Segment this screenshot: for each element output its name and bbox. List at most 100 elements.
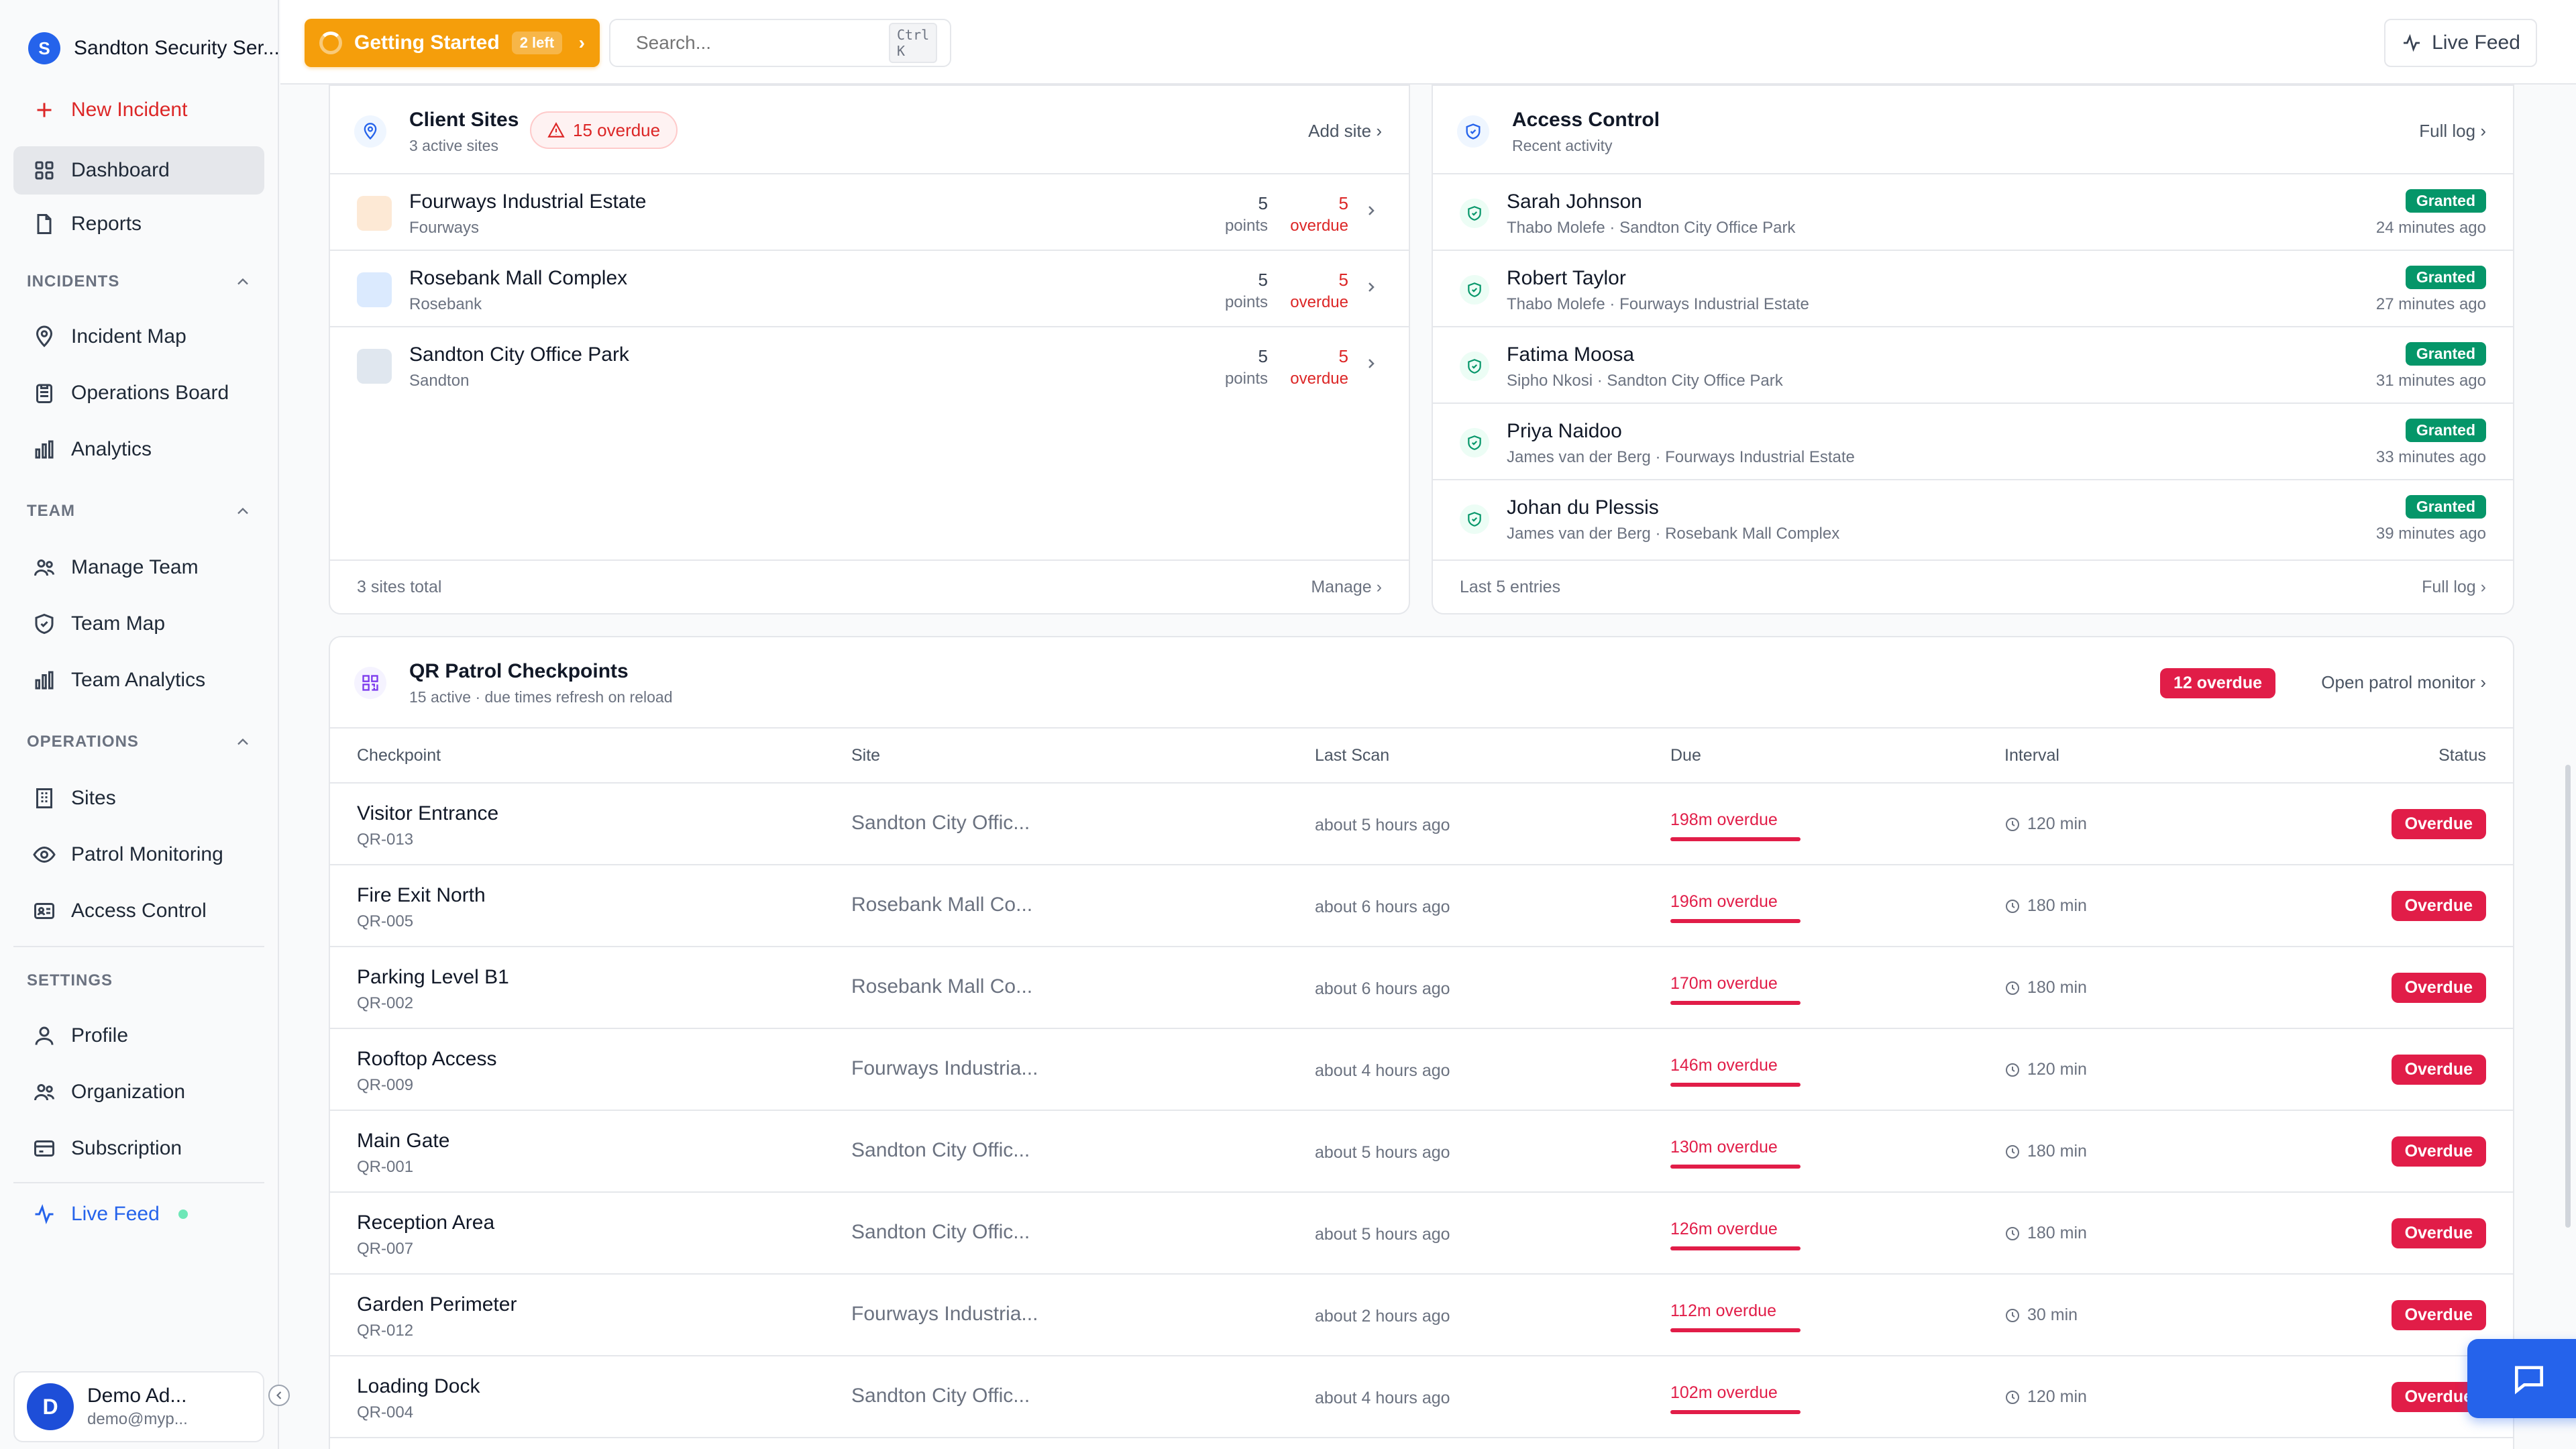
column-header-site[interactable]: Site <box>851 746 880 765</box>
entry-time: 24 minutes ago <box>2375 219 2486 237</box>
checkpoint-name: Fire Exit North <box>357 884 486 906</box>
full-log-link[interactable]: Full log › <box>2422 578 2486 597</box>
column-header-interval[interactable]: Interval <box>2004 746 2059 765</box>
open-patrol-monitor-link[interactable]: Open patrol monitor › <box>2321 672 2486 693</box>
column-header-status[interactable]: Status <box>2438 746 2486 765</box>
sidebar-item-profile[interactable]: Profile <box>13 1012 264 1060</box>
section-team[interactable]: TEAM <box>27 502 252 521</box>
section-incidents[interactable]: INCIDENTS <box>27 272 252 291</box>
sidebar-item-live-feed[interactable]: Live Feed <box>13 1190 264 1238</box>
table-row[interactable]: Loading Dock QR-004 Sandton City Offic... a… <box>330 1356 2513 1438</box>
due-status: 170m overdue <box>1670 974 1778 993</box>
section-operations[interactable]: OPERATIONS <box>27 733 252 751</box>
search-input[interactable] <box>636 32 878 54</box>
sidebar-item-manage-team[interactable]: Manage Team <box>13 543 264 592</box>
checkpoint-name: Main Gate <box>357 1130 450 1152</box>
search-bar[interactable]: Ctrl K <box>609 19 951 67</box>
list-item[interactable]: Fatima Moosa Sipho Nkosi · Sandton City … <box>1433 327 2513 404</box>
sidebar-item-operations-board[interactable]: Operations Board <box>13 369 264 417</box>
sidebar-item-team-analytics[interactable]: Team Analytics <box>13 656 264 704</box>
sidebar-item-subscription[interactable]: Subscription <box>13 1124 264 1173</box>
sidebar-item-incident-map[interactable]: Incident Map <box>13 313 264 361</box>
list-item[interactable]: Priya Naidoo James van der Berg · Fourwa… <box>1433 404 2513 480</box>
sidebar-item-reports[interactable]: Reports <box>13 200 264 248</box>
org-switcher[interactable]: S Sandton Security Ser... <box>28 32 280 64</box>
checkpoint-code: QR-005 <box>357 912 414 930</box>
add-site-link[interactable]: Add site › <box>1308 121 1382 142</box>
live-feed-button[interactable]: Live Feed <box>2384 19 2537 67</box>
visitor-name: Johan du Plessis <box>1507 496 1659 519</box>
sidebar-item-label: Reports <box>71 213 142 235</box>
table-row[interactable]: Reception Area QR-007 Sandton City Offic..… <box>330 1193 2513 1275</box>
checkpoint-site: Sandton City Offic... <box>851 1385 1030 1407</box>
visitor-name: Fatima Moosa <box>1507 343 1635 366</box>
clock-icon <box>2006 1144 2019 1159</box>
chat-support-button[interactable] <box>2467 1339 2576 1418</box>
table-row[interactable]: Main Gate QR-001 Sandton City Offic... abou… <box>330 1111 2513 1193</box>
sidebar-item-patrol-monitoring[interactable]: Patrol Monitoring <box>13 830 264 879</box>
new-incident-button[interactable]: New Incident <box>13 86 264 134</box>
entry-meta: Sipho Nkosi · Sandton City Office Park <box>1507 372 1783 390</box>
table-row[interactable]: Parking Level B1 QR-002 Rosebank Mall Co..… <box>330 947 2513 1029</box>
org-name: Sandton Security Ser... <box>74 37 280 59</box>
column-header-last-scan[interactable]: Last Scan <box>1315 746 1389 765</box>
column-header-checkpoint[interactable]: Checkpoint <box>357 746 441 765</box>
sidebar-item-label: Profile <box>71 1024 129 1046</box>
due-status: 146m overdue <box>1670 1056 1778 1075</box>
list-item[interactable]: Fourways Industrial Estate Fourways 5 poi… <box>330 174 1409 251</box>
table-row[interactable]: Fire Exit North QR-005 Rosebank Mall Co...… <box>330 865 2513 947</box>
search-shortcut: Ctrl K <box>889 23 938 63</box>
entry-time: 31 minutes ago <box>2375 372 2486 390</box>
bar-chart-icon <box>35 671 54 690</box>
credit-card-icon <box>34 1140 54 1157</box>
card-footer: 3 sites total Manage › <box>330 559 1409 613</box>
table-row[interactable]: Visitor Entrance QR-013 Sandton City Offic… <box>330 784 2513 865</box>
clock-icon <box>2006 1390 2019 1404</box>
list-item[interactable]: Johan du Plessis James van der Berg · Ro… <box>1433 480 2513 557</box>
points-label: points <box>1224 293 1268 311</box>
overdue-progress-bar <box>1670 1001 1801 1005</box>
table-row[interactable]: Rooftop Access QR-009 Fourways Industria..… <box>330 1029 2513 1111</box>
sidebar-item-sites[interactable]: Sites <box>13 774 264 822</box>
card-header: Client Sites 3 active sites 15 overdue A… <box>330 86 1409 174</box>
list-item[interactable]: Sandton City Office Park Sandton 5 points… <box>330 327 1409 404</box>
sidebar-item-dashboard[interactable]: Dashboard <box>13 146 264 195</box>
sidebar-item-analytics[interactable]: Analytics <box>13 425 264 474</box>
points-label: points <box>1224 370 1268 388</box>
sidebar-item-organization[interactable]: Organization <box>13 1068 264 1116</box>
list-item[interactable]: Robert Taylor Thabo Molefe · Fourways In… <box>1433 251 2513 327</box>
section-settings: SETTINGS <box>27 971 252 990</box>
interval: 120 min <box>2004 814 2087 834</box>
sidebar-item-label: Patrol Monitoring <box>71 843 223 865</box>
chevron-right-icon <box>1368 206 1375 215</box>
overdue-progress-bar <box>1670 1410 1801 1414</box>
sidebar-item-label: Organization <box>71 1081 186 1103</box>
table-row[interactable]: Garden Perimeter QR-012 Fourways Industria… <box>330 1275 2513 1356</box>
clipboard-icon <box>36 384 52 403</box>
page-scrollbar[interactable] <box>2565 765 2571 1228</box>
overdue-progress-bar <box>1670 1083 1801 1087</box>
manage-sites-link[interactable]: Manage › <box>1311 578 1382 597</box>
sidebar-item-label: Access Control <box>71 900 207 922</box>
table-header <box>330 729 2513 784</box>
add-site-label: Add site <box>1308 121 1372 141</box>
open-monitor-label: Open patrol monitor <box>2321 672 2476 692</box>
sidebar-item-access-control[interactable]: Access Control <box>13 887 264 935</box>
column-header-due[interactable]: Due <box>1670 746 1701 765</box>
sidebar-item-team-map[interactable]: Team Map <box>13 600 264 648</box>
visitor-name: Priya Naidoo <box>1507 420 1622 442</box>
list-item[interactable]: Rosebank Mall Complex Rosebank 5 points 5… <box>330 251 1409 327</box>
overdue-progress-bar <box>1670 1165 1801 1169</box>
user-menu[interactable]: D Demo Ad... demo@myp... <box>13 1371 264 1442</box>
overdue-progress-bar <box>1670 1246 1801 1250</box>
document-icon <box>37 214 52 234</box>
collapse-sidebar-button[interactable] <box>268 1385 290 1406</box>
checkpoint-name: Visitor Entrance <box>357 802 499 824</box>
interval-value: 180 min <box>2027 978 2087 997</box>
checkpoint-site: Sandton City Offic... <box>851 812 1030 834</box>
full-log-link[interactable]: Full log › <box>2419 121 2486 142</box>
overdue-badge[interactable]: 15 overdue <box>530 111 678 149</box>
interval: 180 min <box>2004 978 2087 998</box>
getting-started-button[interactable]: Getting Started 2 left › <box>305 19 600 67</box>
list-item[interactable]: Sarah Johnson Thabo Molefe · Sandton Cit… <box>1433 174 2513 251</box>
